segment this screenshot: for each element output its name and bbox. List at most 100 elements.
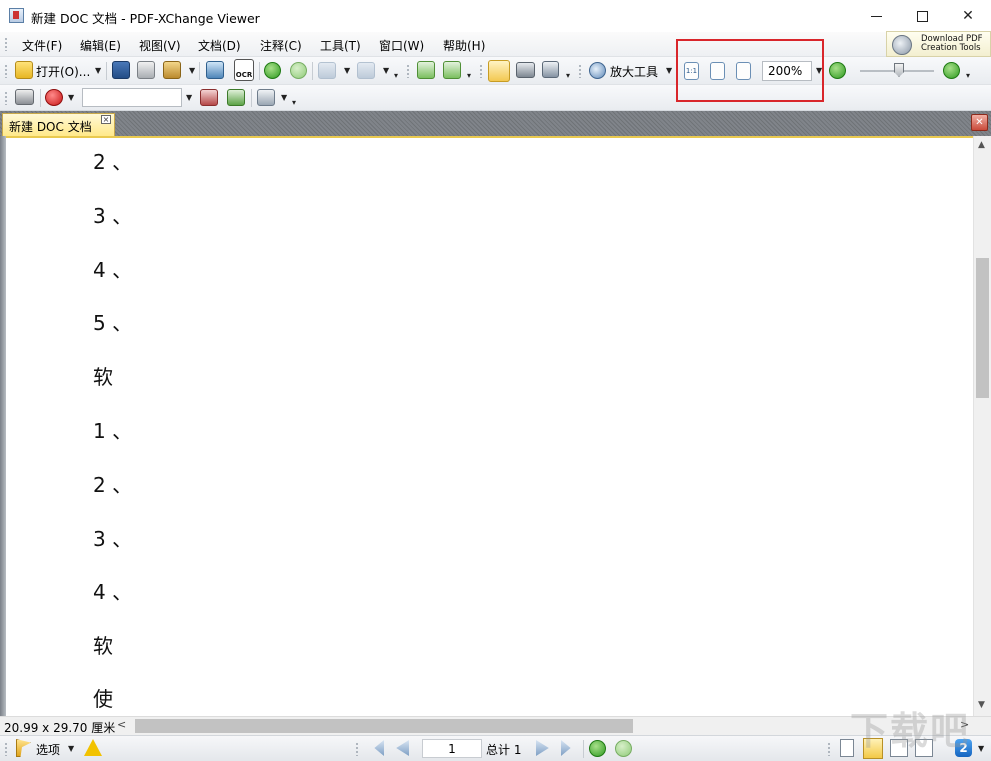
menu-tools[interactable]: 工具(T): [320, 37, 361, 54]
grip-icon[interactable]: [355, 742, 359, 756]
grip-icon[interactable]: [4, 91, 8, 105]
horizontal-scroll-thumb[interactable]: [135, 719, 633, 733]
scroll-down-icon[interactable]: ▼: [978, 700, 985, 710]
scroll-left-icon[interactable]: <: [117, 718, 126, 731]
separator: [199, 62, 200, 80]
search-input[interactable]: [82, 88, 182, 107]
filter-dropdown-icon[interactable]: ▼: [281, 93, 287, 102]
find-icon[interactable]: [15, 89, 34, 105]
minimize-button[interactable]: [853, 0, 899, 32]
forward-icon[interactable]: [615, 740, 632, 757]
rotate-view-icon[interactable]: [443, 61, 461, 79]
vertical-scrollbar[interactable]: ▲ ▼: [973, 136, 991, 716]
ocr-icon[interactable]: OCR: [234, 59, 254, 81]
search-engine-dropdown-icon[interactable]: ▼: [68, 93, 74, 102]
download-icon: [892, 35, 912, 55]
scroll-up-icon[interactable]: ▲: [978, 140, 985, 150]
separator: [40, 89, 41, 107]
view-dropdown-icon[interactable]: ▼: [978, 744, 984, 753]
menu-help[interactable]: 帮助(H): [443, 37, 485, 54]
actual-size-icon[interactable]: 1:1: [684, 62, 699, 80]
menu-document[interactable]: 文档(D): [198, 37, 241, 54]
redo-icon[interactable]: [357, 62, 375, 79]
zoom-tool-label[interactable]: 放大工具: [610, 63, 658, 80]
ask-search-icon[interactable]: [45, 89, 63, 106]
zoom-in-tool-icon[interactable]: [589, 62, 606, 79]
tab-label: 新建 DOC 文档: [9, 120, 92, 134]
options-button[interactable]: 选项: [36, 741, 60, 758]
zoom-tool-dropdown-icon[interactable]: ▼: [666, 66, 672, 75]
forward-icon[interactable]: [290, 62, 307, 79]
tab-close-icon[interactable]: ×: [101, 115, 111, 124]
close-all-tabs-button[interactable]: ✕: [971, 114, 988, 131]
redo-dropdown-icon[interactable]: ▼: [383, 66, 389, 75]
window-title: 新建 DOC 文档 - PDF-XChange Viewer: [31, 11, 260, 26]
page-total-label: 总计 1: [486, 743, 522, 757]
separator: [583, 740, 584, 758]
export-icon[interactable]: [163, 61, 181, 79]
open-folder-icon[interactable]: [15, 61, 33, 79]
zoom-level-input[interactable]: 200%: [762, 61, 812, 81]
grip-icon[interactable]: [4, 64, 8, 78]
zoom-level-dropdown-icon[interactable]: ▼: [816, 66, 822, 75]
close-button[interactable]: ✕: [945, 0, 991, 32]
open-dropdown-icon[interactable]: ▼: [95, 66, 101, 75]
zoom-slider-thumb[interactable]: [894, 63, 904, 77]
tab-document[interactable]: 新建 DOC 文档 ×: [2, 113, 115, 136]
open-button-label[interactable]: 打开(O)...: [36, 63, 90, 80]
scan-icon[interactable]: [206, 61, 224, 79]
first-page-icon[interactable]: [374, 740, 384, 756]
grip-icon[interactable]: [4, 742, 8, 756]
zoom-out-icon[interactable]: [829, 62, 846, 79]
page-number-input[interactable]: 1: [422, 739, 482, 758]
undo-dropdown-icon[interactable]: ▼: [344, 66, 350, 75]
menu-window[interactable]: 窗口(W): [379, 37, 424, 54]
filter-icon[interactable]: [257, 89, 275, 106]
select-text-icon[interactable]: [542, 61, 559, 78]
zoom-in-icon[interactable]: [943, 62, 960, 79]
grip-icon[interactable]: [578, 64, 582, 78]
overflow-icon[interactable]: ▾: [566, 71, 570, 80]
grip-icon[interactable]: [827, 742, 831, 756]
menu-file[interactable]: 文件(F): [22, 37, 62, 54]
options-dropdown-icon[interactable]: ▼: [68, 744, 74, 753]
vertical-scroll-thumb[interactable]: [976, 258, 989, 398]
rotate-page-icon[interactable]: [417, 61, 435, 79]
minimize-icon: [870, 15, 882, 17]
highlight-search-icon[interactable]: [200, 89, 218, 106]
menu-comment[interactable]: 注释(C): [260, 37, 302, 54]
print-icon[interactable]: [137, 61, 155, 79]
options-flag-icon[interactable]: [16, 739, 31, 757]
download-pdf-tools-button[interactable]: Download PDF Creation Tools: [886, 31, 991, 57]
overflow-icon[interactable]: ▾: [467, 71, 471, 80]
undo-icon[interactable]: [318, 62, 336, 79]
document-text-line: 软: [93, 365, 113, 389]
save-icon[interactable]: [112, 61, 130, 79]
maximize-button[interactable]: [899, 0, 945, 32]
back-icon[interactable]: [264, 62, 281, 79]
snapshot-icon[interactable]: [516, 62, 535, 78]
search-results-icon[interactable]: [227, 89, 245, 106]
warning-icon[interactable]: [84, 739, 102, 756]
overflow-icon[interactable]: ▾: [966, 71, 970, 80]
back-icon[interactable]: [589, 740, 606, 757]
document-view[interactable]: 2 、 3 、 4 、 5 、 软 1 、 2 、 3 、 4 、 软 使: [0, 136, 991, 716]
overflow-icon[interactable]: ▾: [394, 71, 398, 80]
fit-page-icon[interactable]: [710, 62, 725, 80]
fit-width-icon[interactable]: [736, 62, 751, 80]
next-page-icon[interactable]: [536, 740, 549, 756]
page-size-label: 20.99 x 29.70 厘米: [4, 721, 116, 735]
grip-icon[interactable]: [4, 37, 8, 51]
menu-view[interactable]: 视图(V): [139, 37, 181, 54]
menu-edit[interactable]: 编辑(E): [80, 37, 121, 54]
search-dropdown-icon[interactable]: ▼: [186, 93, 192, 102]
grip-icon[interactable]: [479, 64, 483, 78]
overflow-icon[interactable]: ▾: [292, 98, 296, 107]
export-dropdown-icon[interactable]: ▼: [189, 66, 195, 75]
app-icon: [9, 8, 24, 23]
hand-tool-icon[interactable]: [488, 60, 510, 82]
separator: [251, 89, 252, 107]
previous-page-icon[interactable]: [396, 740, 409, 756]
last-page-icon[interactable]: [561, 740, 571, 756]
grip-icon[interactable]: [406, 64, 410, 78]
